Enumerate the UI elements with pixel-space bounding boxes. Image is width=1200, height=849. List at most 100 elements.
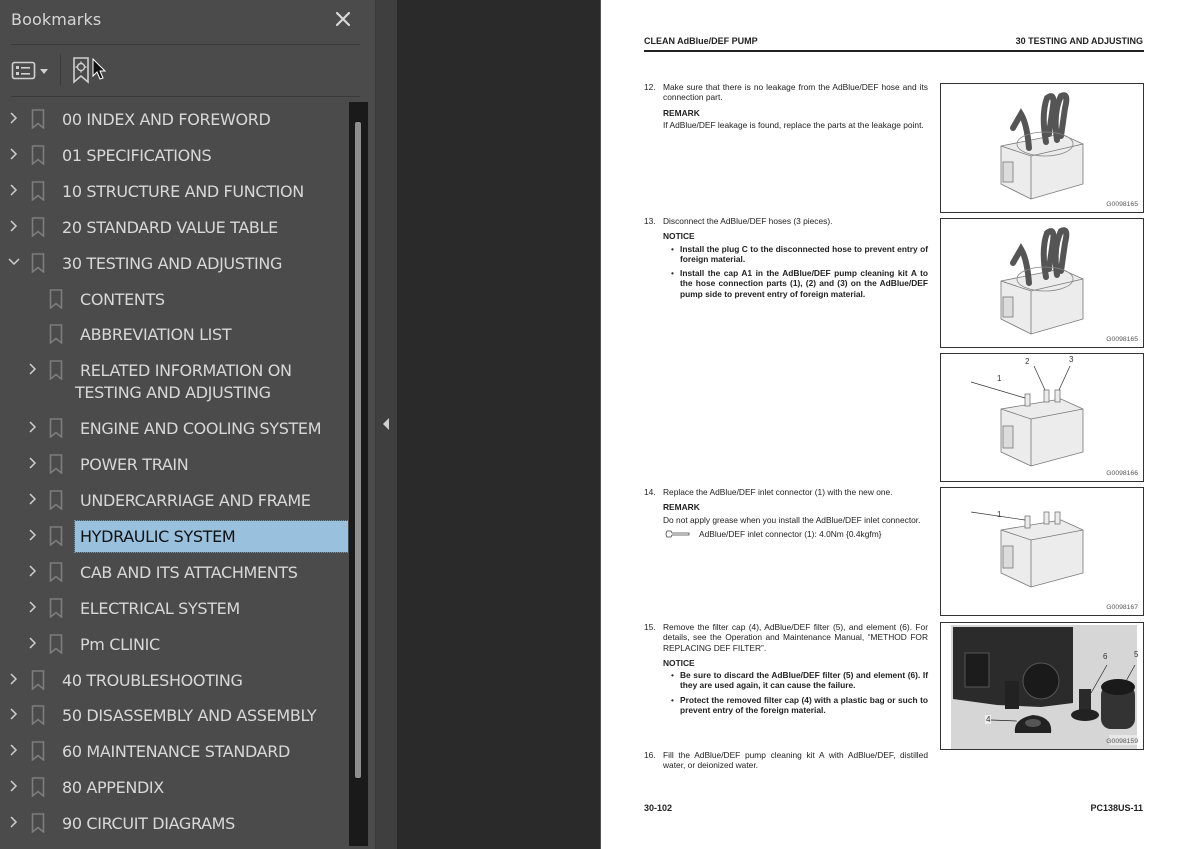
chevron-right-icon[interactable] <box>8 707 20 721</box>
header-divider <box>11 44 360 45</box>
notice-list: Install the plug C to the disconnected h… <box>671 244 928 299</box>
step-text: Replace the AdBlue/DEF inlet connector (… <box>663 487 893 497</box>
filter-parts-photo <box>951 625 1137 749</box>
figure-pump-hoses: G0098165 <box>940 83 1144 213</box>
bookmark-icon <box>31 109 45 129</box>
chevron-right-icon[interactable] <box>27 600 39 614</box>
chevron-right-icon[interactable] <box>8 743 20 757</box>
bookmark-item[interactable]: 80 APPENDIX <box>0 770 348 804</box>
figure-code: G0098167 <box>1106 604 1138 611</box>
bookmark-icon <box>49 324 63 345</box>
bookmark-label: CAB AND ITS ATTACHMENTS <box>80 562 298 582</box>
toolbar-divider <box>11 96 360 97</box>
bookmark-item[interactable]: CAB AND ITS ATTACHMENTS <box>0 555 348 589</box>
chevron-right-icon[interactable] <box>8 815 20 829</box>
bookmark-item[interactable]: 90 CIRCUIT DIAGRAMS <box>0 806 348 840</box>
bookmark-icon <box>31 216 45 237</box>
bookmark-item[interactable]: 00 INDEX AND FOREWORD <box>0 102 348 136</box>
chevron-right-icon[interactable] <box>27 362 39 376</box>
callout-label: 6 <box>1103 652 1108 661</box>
bookmark-icon <box>31 813 45 834</box>
bookmark-item[interactable]: 01 SPECIFICATIONS <box>0 138 348 172</box>
bookmark-item[interactable]: HYDRAULIC SYSTEM <box>0 519 348 553</box>
figure-filter-parts-photo: 4 5 6 G0098159 <box>940 622 1144 750</box>
bookmark-icon <box>49 597 63 618</box>
bookmark-action-button[interactable] <box>72 56 108 84</box>
bookmark-item[interactable]: 50 DISASSEMBLY AND ASSEMBLY <box>0 698 348 732</box>
chevron-right-icon[interactable] <box>27 564 39 578</box>
panel-title: Bookmarks <box>11 10 102 29</box>
bookmark-icon <box>49 454 63 475</box>
step-text: Fill the AdBlue/DEF pump cleaning kit A … <box>663 750 928 771</box>
bookmark-label: 50 DISASSEMBLY AND ASSEMBLY <box>62 706 317 726</box>
list-options-icon <box>11 61 36 80</box>
chevron-right-icon[interactable] <box>27 456 39 470</box>
close-panel-button[interactable] <box>332 8 354 30</box>
bookmark-label: 80 APPENDIX <box>62 778 164 798</box>
bookmark-icon <box>49 633 63 654</box>
chevron-right-icon[interactable] <box>27 636 39 650</box>
pump-with-hoses-illustration <box>1000 92 1084 200</box>
header-rule <box>644 50 1144 52</box>
bookmarks-toolbar <box>0 48 375 94</box>
page-header-chapter: 30 TESTING AND ADJUSTING <box>1015 36 1143 46</box>
bookmark-label: ENGINE AND COOLING SYSTEM <box>80 419 322 439</box>
chevron-right-icon[interactable] <box>8 779 20 793</box>
figure-pump-connections: 1 2 3 G0098166 <box>940 353 1144 482</box>
chevron-right-icon[interactable] <box>8 111 20 125</box>
bookmark-item[interactable]: 30 TESTING AND ADJUSTING <box>0 246 348 280</box>
bookmark-icon <box>31 741 45 762</box>
bookmark-label: ABBREVIATION LIST <box>80 325 232 345</box>
callout-label: 5 <box>1134 650 1139 659</box>
bookmark-item[interactable]: CONTENTS <box>0 282 348 316</box>
torque-wrench-icon <box>665 530 690 538</box>
bookmark-item[interactable]: POWER TRAIN <box>0 447 348 481</box>
notice-item: Install the cap A1 in the AdBlue/DEF pum… <box>671 268 928 299</box>
figure-code: G0098165 <box>1106 336 1138 343</box>
collapse-panel-button[interactable] <box>381 416 391 430</box>
bookmark-icon <box>49 490 63 510</box>
notice-item: Protect the removed filter cap (4) with … <box>671 695 928 716</box>
chevron-down-icon[interactable] <box>8 255 20 269</box>
bookmark-scrollbar-thumb[interactable] <box>355 122 361 778</box>
bookmark-item[interactable]: 60 MAINTENANCE STANDARD <box>0 734 348 768</box>
callout-label: 3 <box>1069 355 1074 364</box>
step-number: 12. <box>644 82 656 92</box>
notice-item: Be sure to discard the AdBlue/DEF filter… <box>671 670 928 691</box>
bookmark-item[interactable]: Pm CLINIC <box>0 627 348 661</box>
chevron-right-icon[interactable] <box>8 672 20 686</box>
step-15: 15. Remove the filter cap (4), AdBlue/DE… <box>644 622 928 715</box>
bookmark-item[interactable]: ABBREVIATION LIST <box>0 317 348 351</box>
figure-code: G0098165 <box>1106 201 1138 208</box>
chevron-right-icon[interactable] <box>8 183 20 197</box>
bookmark-label: 10 STRUCTURE AND FUNCTION <box>62 181 304 201</box>
bookmark-icon <box>49 360 63 381</box>
bookmark-icon <box>49 526 63 546</box>
callout-label: 1 <box>997 510 1002 519</box>
bookmark-item[interactable]: UNDERCARRIAGE AND FRAME <box>0 483 348 517</box>
bookmark-icon <box>49 418 63 439</box>
bookmark-item[interactable]: ELECTRICAL SYSTEM <box>0 591 348 625</box>
chevron-right-icon[interactable] <box>27 492 39 506</box>
bookmark-icon <box>31 145 45 165</box>
bookmark-item[interactable]: ENGINE AND COOLING SYSTEM <box>0 411 348 445</box>
bookmark-label: 01 SPECIFICATIONS <box>62 145 212 165</box>
chevron-right-icon[interactable] <box>8 219 20 233</box>
step-text: Make sure that there is no leakage from … <box>663 82 928 103</box>
remark-text: If AdBlue/DEF leakage is found, replace … <box>663 119 924 130</box>
bookmarks-header: Bookmarks <box>0 0 375 45</box>
chevron-right-icon[interactable] <box>8 147 20 161</box>
notice-heading: NOTICE <box>663 657 695 668</box>
chevron-right-icon[interactable] <box>27 528 39 542</box>
bookmark-item[interactable]: 20 STANDARD VALUE TABLE <box>0 210 348 244</box>
options-menu-button[interactable] <box>11 59 51 83</box>
bookmark-item[interactable]: 10 STRUCTURE AND FUNCTION <box>0 174 348 208</box>
bookmark-icon <box>31 252 45 273</box>
torque-text: AdBlue/DEF inlet connector (1): 4.0Nm {0… <box>699 528 882 539</box>
bookmark-item[interactable]: RELATED INFORMATION ON TESTING AND ADJUST… <box>0 353 348 402</box>
chevron-right-icon[interactable] <box>27 420 39 434</box>
bookmark-label: UNDERCARRIAGE AND FRAME <box>80 491 311 510</box>
bookmark-label: RELATED INFORMATION ON TESTING AND ADJUST… <box>75 361 292 403</box>
bookmark-item[interactable]: 40 TROUBLESHOOTING <box>0 663 348 697</box>
caret-down-icon <box>40 69 48 74</box>
